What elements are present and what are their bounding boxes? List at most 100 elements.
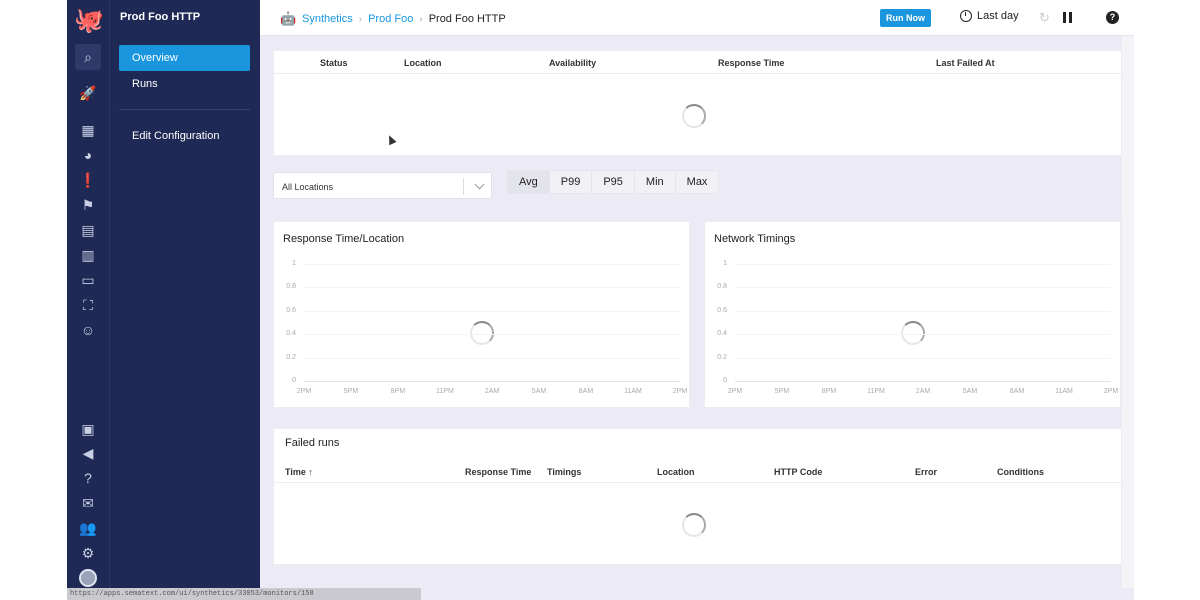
gridline [735,264,1111,265]
y-tick-label: 0.6 [286,306,296,314]
column-status[interactable]: Status [320,58,348,68]
failed-runs-title: Failed runs [285,437,340,449]
monitor-title: Prod Foo HTTP [120,11,201,23]
x-tick-label: 2PM [727,388,743,395]
header-divider [274,482,1123,483]
x-tick-label: 8PM [390,388,406,395]
column-location[interactable]: Location [404,58,442,68]
column-error[interactable]: Error [915,467,937,477]
x-tick-label: 5PM [343,388,359,395]
agg-p95-button[interactable]: P95 [592,171,635,193]
column-http-code[interactable]: HTTP Code [774,467,822,477]
location-select[interactable]: All Locations [273,172,492,199]
breadcrumb-prod-foo[interactable]: Prod Foo [368,13,413,25]
loading-spinner [901,321,925,345]
agg-p99-button[interactable]: P99 [550,171,593,193]
x-tick-label: 5PM [774,388,790,395]
y-tick-label: 0.8 [717,283,727,291]
rocket-icon[interactable]: 🚀 [78,83,98,103]
location-select-value: All Locations [282,182,334,192]
gridline [304,357,680,359]
help-circle-icon[interactable]: ? [78,468,98,488]
chevron-right-icon: › [358,13,363,25]
avatar[interactable] [79,569,97,587]
megaphone-icon[interactable]: ◀ [78,443,98,463]
y-tick-label: 0.2 [717,353,727,361]
status-table-card: Status Location Availability Response Ti… [273,50,1123,156]
agg-min-button[interactable]: Min [635,171,676,193]
alert-icon[interactable]: ❗ [78,170,98,190]
scan-icon[interactable]: ⛶ [78,295,98,315]
chart-title: Network Timings [714,233,796,245]
gridline [735,287,1111,289]
sub-navigation: Prod Foo HTTP Overview Runs Edit Configu… [110,0,260,600]
breadcrumb-synthetics[interactable]: Synthetics [302,13,353,25]
chart-icon[interactable]: ▥ [78,245,98,265]
gridline [735,310,1111,312]
aggregation-toggle: Avg P99 P95 Min Max [507,170,720,194]
loading-spinner [682,104,706,128]
flag-icon[interactable]: ⚑ [78,195,98,215]
gridline [304,264,680,265]
grid-icon[interactable]: ▦ [78,120,98,140]
column-location[interactable]: Location [657,467,695,477]
gear-icon[interactable]: ⚙ [78,543,98,563]
gridline [735,357,1111,359]
column-time[interactable]: Time ↑ [285,467,313,477]
gridline [304,310,680,312]
x-tick-label: 2PM [296,388,312,395]
column-availability[interactable]: Availability [549,58,596,68]
column-response-time[interactable]: Response Time [718,58,784,68]
x-tick-label: 8AM [578,388,594,395]
column-response-time[interactable]: Response Time [465,467,531,477]
dashboard-icon[interactable]: ◕ [78,145,98,165]
octopus-logo-icon[interactable]: 🐙 [74,6,104,36]
nav-item-edit-configuration[interactable]: Edit Configuration [119,123,250,149]
refresh-icon[interactable]: ↻ [1039,10,1050,26]
synthetics-robot-icon: 🤖 [280,11,297,26]
robot-icon[interactable]: ☺ [78,320,98,340]
y-tick-label: 1 [723,260,727,267]
inbox-icon[interactable]: ▤ [78,220,98,240]
gridline [304,334,680,336]
column-conditions[interactable]: Conditions [997,467,1044,477]
x-tick-label: 8AM [1009,388,1025,395]
pause-icon[interactable] [1063,12,1073,23]
agg-avg-button[interactable]: Avg [508,171,550,193]
x-tick-label: 2PM [672,388,688,395]
agg-max-button[interactable]: Max [676,171,719,193]
chevron-right-icon: › [419,13,423,25]
time-range-picker[interactable]: Last day [960,10,1019,22]
x-tick-label: 11AM [1055,388,1073,395]
team-icon[interactable]: 👥 [78,518,98,538]
nav-item-runs[interactable]: Runs [119,71,250,97]
header-divider [274,73,1123,74]
top-bar: 🤖 Synthetics › Prod Foo › Prod Foo HTTP … [260,0,1134,36]
gift-icon[interactable]: ▣ [78,419,98,439]
x-tick-label: 8PM [821,388,837,395]
loading-spinner [470,321,494,345]
x-tick-label: 11PM [867,388,885,395]
column-last-failed-at[interactable]: Last Failed At [936,58,995,68]
breadcrumb-current: Prod Foo HTTP [428,13,506,25]
y-tick-label: 0.4 [286,330,296,338]
help-icon[interactable]: ? [1106,11,1119,24]
mail-icon[interactable]: ✉ [78,493,98,513]
y-tick-label: 0 [292,377,296,384]
x-tick-label: 11PM [436,388,454,395]
y-tick-label: 1 [292,260,296,267]
gridline [735,381,1111,382]
scrollbar-track[interactable] [1122,36,1134,588]
x-tick-label: 2PM [1103,388,1119,395]
breadcrumb: 🤖 Synthetics › Prod Foo › Prod Foo HTTP [280,11,506,27]
nav-item-overview[interactable]: Overview [119,45,250,71]
x-tick-label: 11AM [624,388,642,395]
search-icon[interactable]: ⌕ [75,44,101,70]
document-icon[interactable]: ▭ [78,270,98,290]
app-frame: 🐙 ⌕ 🚀 ▦ ◕ ❗ ⚑ ▤ ▥ ▭ ⛶ ☺ ▣ ◀ ? ✉ 👥 ⚙ Prod… [67,0,1134,600]
x-tick-label: 5AM [962,388,978,395]
network-timings-chart-card: Network Timings 1 0.8 0.6 0.4 0.2 0 2PM 5PM 8PM 1… [704,221,1121,408]
column-timings[interactable]: Timings [547,467,581,477]
run-now-button[interactable]: Run Now [880,9,931,27]
y-tick-label: 0 [723,377,727,384]
